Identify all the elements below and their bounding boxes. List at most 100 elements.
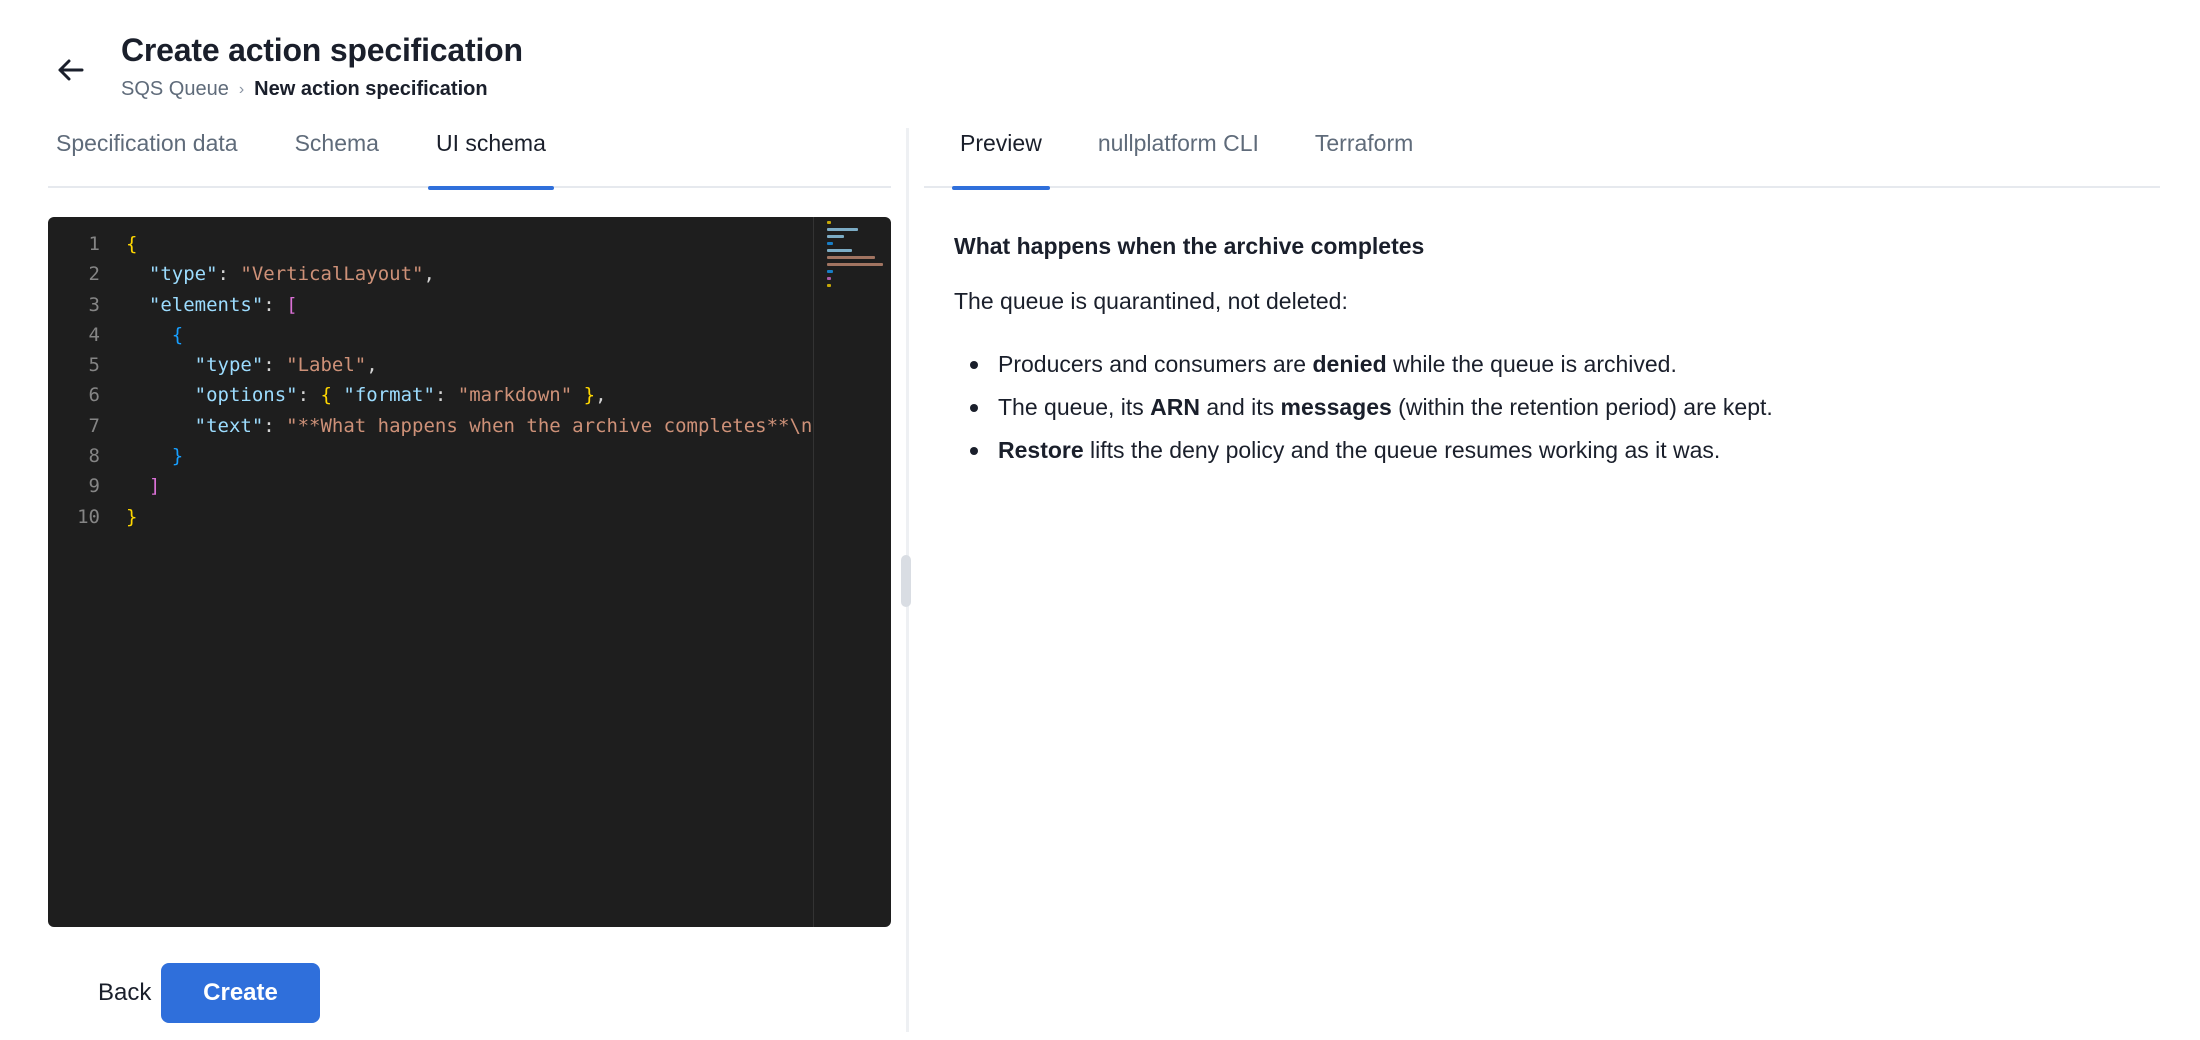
right-pane: Preview nullplatform CLI Terraform What … [924, 120, 2160, 1040]
tab-ui-schema[interactable]: UI schema [427, 120, 554, 190]
code-text[interactable]: "type": "Label", [100, 350, 813, 380]
code-text[interactable]: "type": "VerticalLayout", [100, 259, 813, 289]
code-token: "**What happens when the archive complet… [286, 414, 813, 437]
breadcrumb-parent-link[interactable]: SQS Queue [121, 78, 229, 101]
breadcrumb-separator: › [238, 80, 245, 98]
resize-handle[interactable] [901, 555, 911, 607]
code-token: : [434, 384, 458, 407]
code-line[interactable]: 6 "options": { "format": "markdown" }, [48, 380, 813, 410]
code-token: } [572, 384, 596, 407]
text: and its [1200, 394, 1281, 420]
minimap-line [827, 242, 833, 245]
text: Producers and consumers are [998, 351, 1313, 377]
line-number: 6 [88, 384, 100, 407]
minimap-line [827, 263, 883, 266]
code-token: { [126, 233, 138, 255]
code-token: , [366, 354, 378, 377]
line-number: 9 [88, 475, 100, 498]
code-text[interactable]: "options": { "format": "markdown" }, [100, 380, 813, 410]
text: (within the retention period) are kept. [1391, 394, 1773, 420]
code-token: : [263, 293, 287, 316]
code-line[interactable]: 8 } [48, 441, 813, 471]
code-token: } [126, 505, 138, 528]
preview-bullet: Restore lifts the deny policy and the qu… [954, 429, 2134, 472]
text: while the queue is archived. [1386, 351, 1677, 377]
code-token: "Label" [286, 354, 367, 377]
code-token: : [297, 384, 321, 407]
code-line[interactable]: 1{ [48, 229, 813, 259]
line-number: 3 [88, 293, 100, 316]
code-text[interactable]: { [100, 320, 813, 350]
minimap-line [827, 256, 876, 259]
line-number: 5 [88, 354, 100, 377]
page-title: Create action specification [121, 32, 523, 68]
preview-bullet: Producers and consumers are denied while… [954, 343, 2134, 386]
preview-bullet: The queue, its ARN and its messages (wit… [954, 386, 2134, 429]
code-text[interactable]: ] [100, 471, 813, 501]
editor-minimap[interactable] [813, 217, 891, 927]
text: The queue, its [998, 394, 1151, 420]
code-line[interactable]: 3 "elements": [ [48, 290, 813, 320]
breadcrumb-current: New action specification [254, 78, 488, 100]
code-text[interactable]: "elements": [ [100, 290, 813, 320]
bold-text: messages [1280, 394, 1392, 420]
code-editor[interactable]: 1{2 "type": "VerticalLayout", 3 "elements… [48, 217, 891, 927]
code-text[interactable]: { [100, 229, 813, 259]
code-lines[interactable]: 1{2 "type": "VerticalLayout", 3 "elements… [48, 229, 813, 532]
code-token: : [217, 263, 241, 286]
code-token: : [263, 414, 287, 437]
bold-text: denied [1312, 351, 1387, 377]
back-arrow-icon[interactable] [52, 52, 88, 88]
tab-nullplatform-cli[interactable]: nullplatform CLI [1098, 120, 1259, 188]
preview-bullet-list: Producers and consumers are denied while… [954, 343, 2134, 472]
code-line[interactable]: 2 "type": "VerticalLayout", [48, 259, 813, 289]
code-text[interactable]: } [100, 441, 813, 471]
minimap-line [827, 277, 831, 280]
code-line[interactable]: 7 "text": "**What happens when the archi… [48, 411, 813, 441]
tab-schema[interactable]: Schema [295, 120, 379, 188]
minimap-line [827, 235, 845, 238]
code-token: ] [148, 475, 161, 498]
minimap-line [827, 284, 831, 287]
code-line[interactable]: 4 { [48, 320, 813, 350]
code-line[interactable]: 10} [48, 502, 813, 532]
code-token: "type" [148, 263, 218, 286]
code-token: "format" [343, 384, 435, 407]
line-number: 7 [88, 414, 100, 437]
code-line[interactable]: 5 "type": "Label", [48, 350, 813, 380]
tab-terraform[interactable]: Terraform [1315, 120, 1413, 188]
code-token: , [595, 384, 607, 407]
line-number: 10 [77, 505, 100, 528]
code-token: "elements" [148, 293, 264, 316]
preview-panel: What happens when the archive completes … [954, 233, 2134, 472]
code-token: "VerticalLayout" [240, 263, 424, 286]
minimap-line [827, 270, 833, 273]
code-token: { [320, 384, 344, 407]
code-token: "markdown" [457, 384, 573, 407]
code-token: [ [286, 293, 298, 316]
create-button[interactable]: Create [161, 963, 320, 1023]
preview-heading: What happens when the archive completes [954, 233, 1425, 259]
back-button[interactable]: Back [76, 963, 173, 1023]
right-tab-bar: Preview nullplatform CLI Terraform [924, 120, 2160, 190]
code-token: "options" [194, 384, 298, 407]
code-line[interactable]: 9 ] [48, 471, 813, 501]
tab-preview[interactable]: Preview [952, 120, 1050, 190]
code-token: : [263, 354, 287, 377]
code-text[interactable]: } [100, 502, 813, 532]
line-number: 4 [88, 323, 100, 346]
bold-text: ARN [1150, 394, 1200, 420]
line-number: 2 [88, 263, 100, 286]
minimap-line [827, 228, 859, 231]
tab-specification-data[interactable]: Specification data [56, 120, 238, 188]
code-text[interactable]: "text": "**What happens when the archive… [100, 411, 813, 441]
left-tab-bar: Specification data Schema UI schema [48, 120, 891, 190]
line-number: 1 [88, 233, 100, 255]
